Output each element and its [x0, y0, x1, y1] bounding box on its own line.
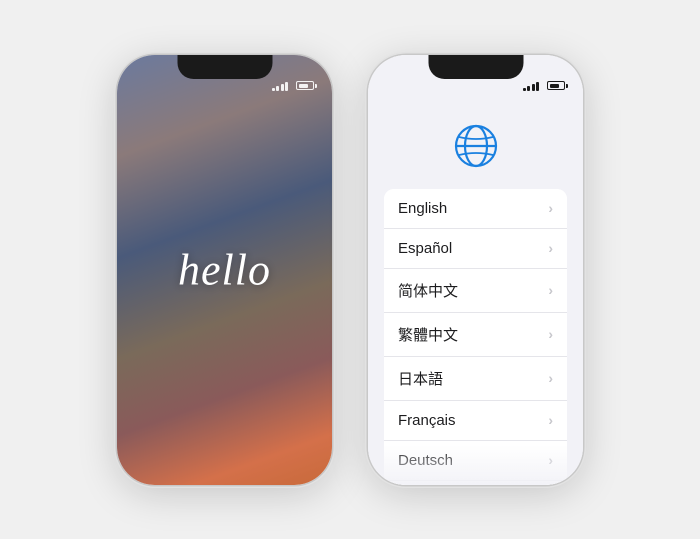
chevron-icon: ›	[548, 282, 553, 298]
hello-screen: hello	[117, 55, 332, 485]
chevron-icon: ›	[548, 452, 553, 468]
list-item[interactable]: Español ›	[384, 229, 567, 269]
chevron-icon: ›	[548, 326, 553, 342]
language-name: 日本語	[398, 368, 443, 389]
notch	[428, 55, 523, 79]
battery-icon	[547, 81, 565, 90]
language-name: Español	[398, 240, 452, 257]
phone-language: English › Español › 简体中文 › 繁體中文 ›	[368, 55, 583, 485]
status-icons	[523, 81, 566, 91]
chevron-icon: ›	[548, 200, 553, 216]
notch	[177, 55, 272, 79]
globe-icon	[449, 121, 503, 171]
list-item[interactable]: Русский ›	[384, 481, 567, 485]
list-item[interactable]: 繁體中文 ›	[384, 313, 567, 357]
language-name: Français	[398, 412, 456, 429]
language-name: 繁體中文	[398, 324, 458, 345]
language-content: English › Español › 简体中文 › 繁體中文 ›	[368, 105, 583, 485]
chevron-icon: ›	[548, 412, 553, 428]
phone-hello: hello	[117, 55, 332, 485]
signal-icon	[272, 81, 289, 91]
list-item[interactable]: English ›	[384, 189, 567, 229]
language-list: English › Español › 简体中文 › 繁體中文 ›	[384, 189, 567, 485]
chevron-icon: ›	[548, 370, 553, 386]
language-name: English	[398, 200, 447, 217]
list-item[interactable]: 简体中文 ›	[384, 269, 567, 313]
language-screen: English › Español › 简体中文 › 繁體中文 ›	[368, 55, 583, 485]
list-item[interactable]: Français ›	[384, 401, 567, 441]
signal-icon	[523, 81, 540, 91]
battery-icon	[296, 81, 314, 90]
list-item[interactable]: 日本語 ›	[384, 357, 567, 401]
list-item[interactable]: Deutsch ›	[384, 441, 567, 481]
phone-comparison: hello	[117, 55, 583, 485]
language-name: 简体中文	[398, 280, 458, 301]
status-icons	[272, 81, 315, 91]
language-name: Deutsch	[398, 452, 453, 469]
hello-text: hello	[178, 244, 271, 295]
chevron-icon: ›	[548, 240, 553, 256]
